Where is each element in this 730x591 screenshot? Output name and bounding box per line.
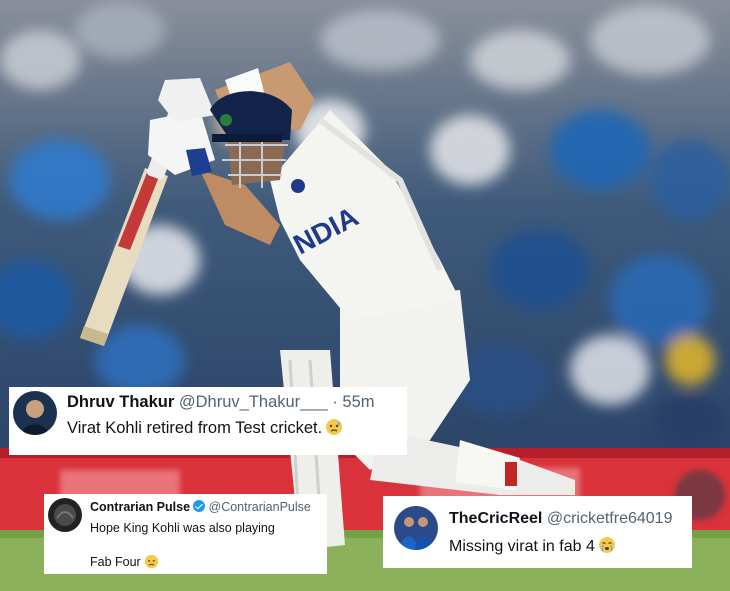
avatar[interactable] xyxy=(13,391,57,435)
tweet-text-content: Virat Kohli retired from Test cricket. xyxy=(67,419,323,437)
tweet-text-content: Fab Four xyxy=(90,555,141,569)
anxious-sweat-face-icon xyxy=(325,418,343,441)
crying-face-icon xyxy=(598,536,616,559)
profile-photo-icon xyxy=(13,391,57,435)
profile-photo-icon xyxy=(48,498,82,532)
tweet-card-contrarian-pulse[interactable]: Contrarian Pulse @ContrarianPulse Hope K… xyxy=(44,494,327,574)
tweet-card-thecricreel[interactable]: TheCricReel @cricketfre64019 Missing vir… xyxy=(383,496,692,568)
tweet-text-content: Missing virat in fab 4 xyxy=(449,538,595,555)
verified-badge-icon xyxy=(193,500,206,512)
tweet-text-line-1: Hope King Kohli was also playing xyxy=(90,521,275,535)
tweet-text-line-2: Fab Four xyxy=(90,554,159,572)
tweet-card-dhruv-thakur[interactable]: Dhruv Thakur @Dhruv_Thakur___ · 55m Vira… xyxy=(9,387,407,455)
author-name[interactable]: Dhruv Thakur xyxy=(67,393,174,411)
disappointed-face-icon xyxy=(144,554,159,572)
author-handle[interactable]: @Dhruv_Thakur___ xyxy=(179,393,328,411)
avatar[interactable] xyxy=(394,506,438,550)
profile-photo-icon xyxy=(394,506,438,550)
separator-dot: · xyxy=(332,393,338,411)
author-name[interactable]: TheCricReel xyxy=(449,510,542,527)
author-handle[interactable]: @ContrarianPulse xyxy=(209,500,311,514)
author-name[interactable]: Contrarian Pulse xyxy=(90,500,190,514)
tweet-text: Missing virat in fab 4 xyxy=(449,536,616,559)
avatar[interactable] xyxy=(48,498,82,532)
tweet-time[interactable]: 55m xyxy=(342,393,374,411)
tweet-text: Virat Kohli retired from Test cricket. xyxy=(67,418,343,441)
author-handle[interactable]: @cricketfre64019 xyxy=(547,510,673,527)
